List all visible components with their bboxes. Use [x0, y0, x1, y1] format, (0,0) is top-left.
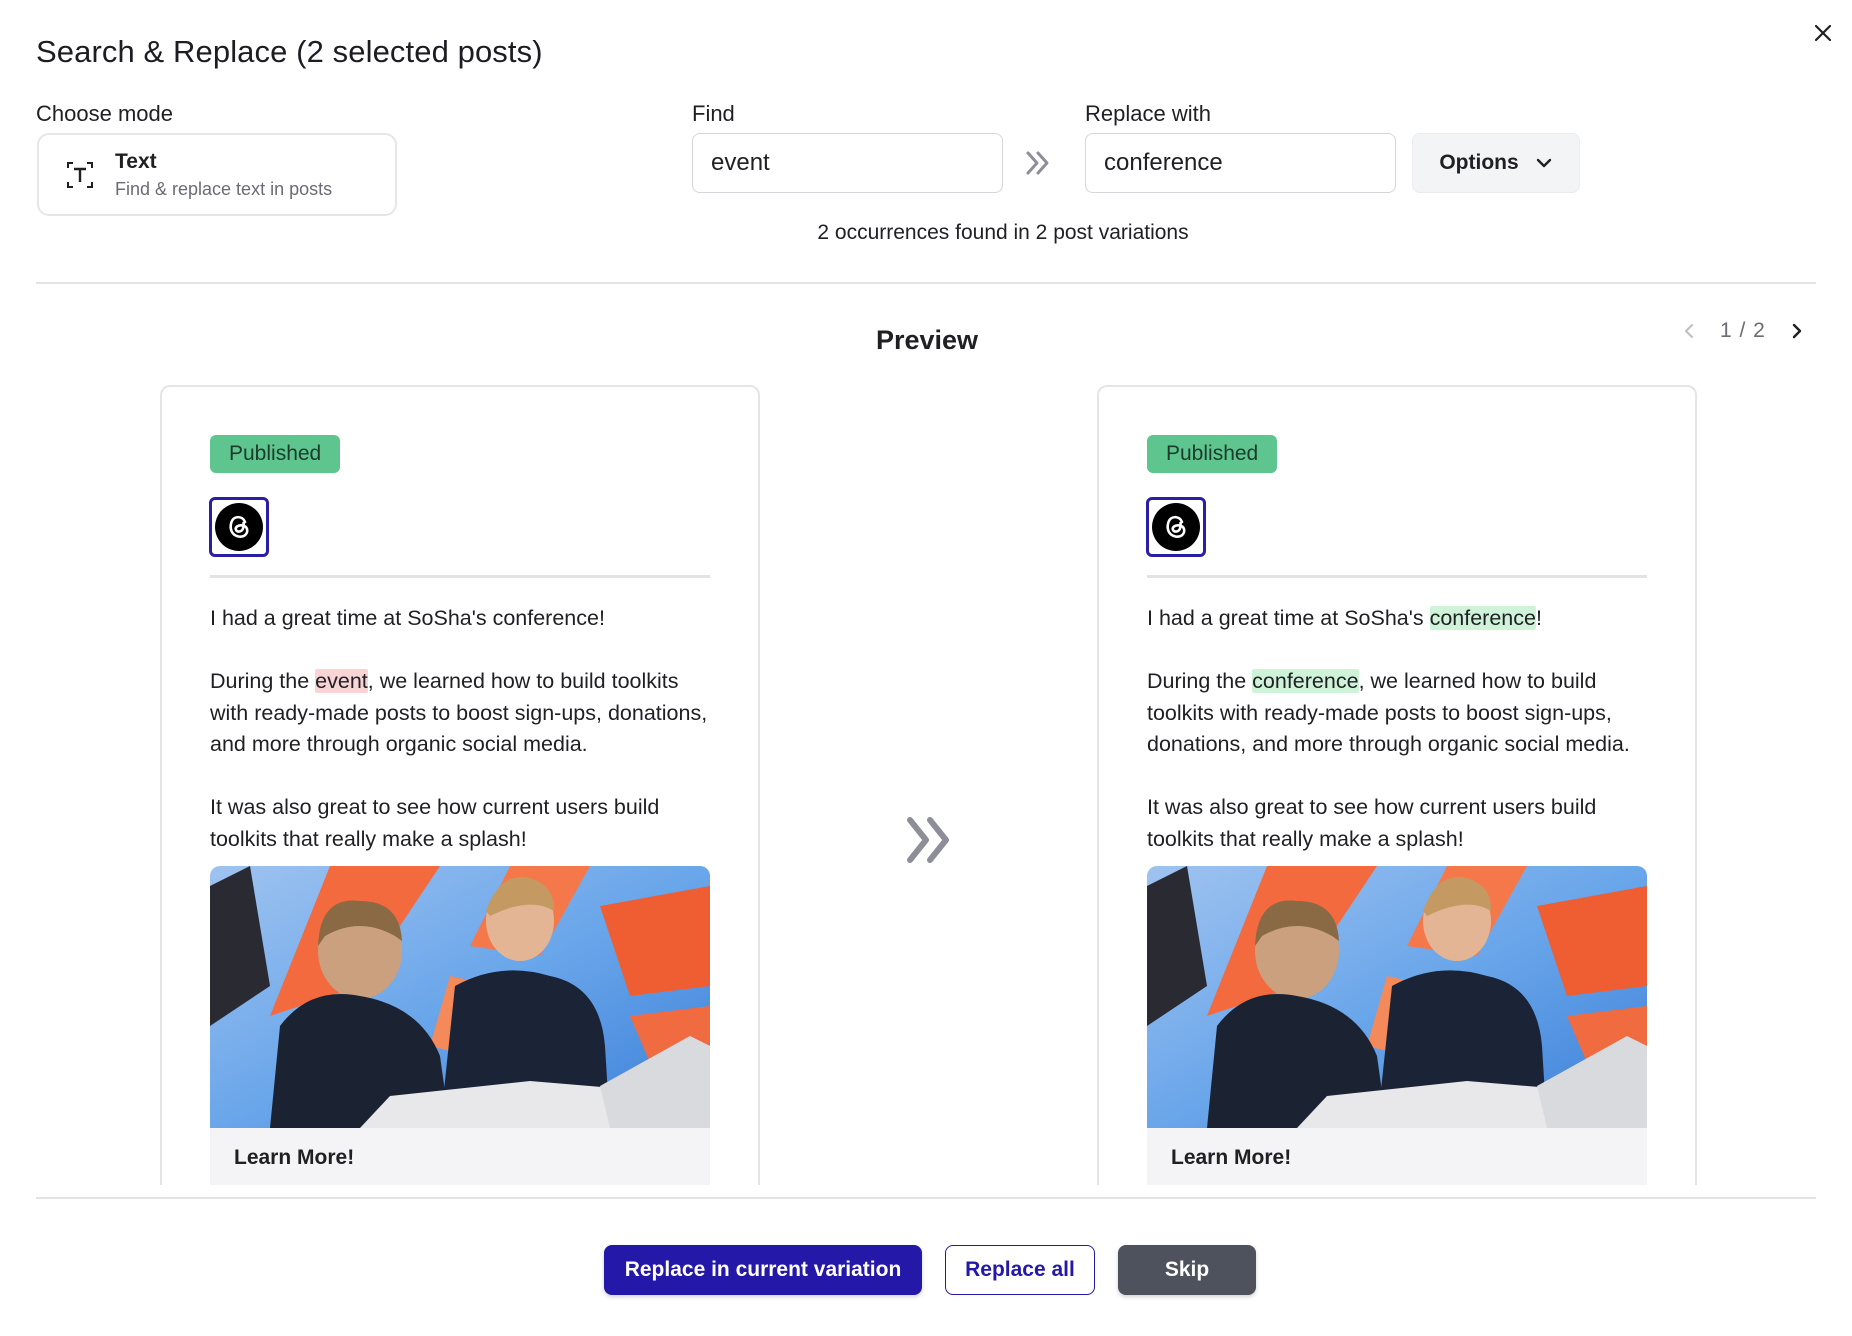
choose-mode-label: Choose mode: [36, 101, 173, 126]
chevron-left-icon: [1684, 323, 1694, 339]
post-text-before: I had a great time at SoSha's conference…: [210, 603, 720, 855]
link-preview-button[interactable]: Learn More!: [210, 1128, 710, 1185]
threads-icon: [1152, 503, 1200, 551]
post-text-after: I had a great time at SoSha's conference…: [1147, 603, 1657, 855]
preview-card-before: Published I had a great time at SoSha's …: [160, 385, 760, 1185]
close-button[interactable]: [1806, 16, 1840, 50]
link-preview-button[interactable]: Learn More!: [1147, 1128, 1647, 1185]
post-paragraph: During the event, we learned how to buil…: [210, 669, 708, 756]
status-badge: Published: [210, 435, 341, 473]
occurrences-text: 2 occurrences found in 2 post variations: [817, 221, 1189, 244]
page-indicator: 1 / 2: [1720, 319, 1766, 342]
threads-icon: [215, 503, 263, 551]
match-highlight-new: conference: [1429, 606, 1536, 630]
post-paragraph: It was also great to see how current use…: [210, 795, 660, 851]
chevron-right-icon: [1792, 323, 1802, 339]
card-divider: [1147, 575, 1647, 578]
mode-description: Find & replace text in posts: [115, 178, 333, 199]
post-image: [1147, 866, 1647, 1128]
post-paragraph: I had a great time at SoSha's conference…: [1147, 606, 1542, 630]
previous-page-button[interactable]: [1676, 318, 1702, 344]
replace-current-button[interactable]: Replace in current variation: [604, 1245, 922, 1295]
double-chevron-right-icon: [1026, 151, 1049, 175]
modal-title: Search & Replace (2 selected posts): [36, 34, 543, 69]
preview-pager: 1 / 2: [1676, 318, 1810, 344]
options-dropdown-button[interactable]: Options: [1412, 133, 1580, 193]
replace-label: Replace with: [1085, 101, 1211, 126]
card-divider: [210, 575, 710, 578]
close-icon: [1814, 24, 1832, 42]
replace-all-button[interactable]: Replace all: [945, 1245, 1095, 1295]
occurrences-summary: 2 occurrences found in 2 post variations: [0, 221, 1852, 245]
skip-button[interactable]: Skip: [1118, 1245, 1256, 1295]
text-mode-icon: [65, 160, 95, 190]
replace-input[interactable]: [1085, 133, 1396, 193]
find-input[interactable]: [692, 133, 1003, 193]
top-divider: [36, 282, 1816, 284]
post-paragraph: During the conference, we learned how to…: [1147, 669, 1630, 756]
network-selector[interactable]: [209, 497, 269, 557]
mode-selector-text[interactable]: Text Find & replace text in posts: [37, 133, 397, 216]
match-highlight-old: event: [315, 669, 368, 693]
next-page-button[interactable]: [1784, 318, 1810, 344]
status-badge: Published: [1147, 435, 1278, 473]
find-label: Find: [692, 101, 735, 126]
chevron-down-icon: [1536, 158, 1551, 168]
double-chevron-right-icon: [907, 817, 949, 863]
preview-card-after: Published I had a great time at SoSha's …: [1097, 385, 1697, 1185]
network-selector[interactable]: [1146, 497, 1206, 557]
post-paragraph: It was also great to see how current use…: [1147, 795, 1597, 851]
bottom-divider: [36, 1197, 1816, 1199]
preview-title: Preview: [875, 325, 979, 355]
post-paragraph: I had a great time at SoSha's conference…: [210, 606, 605, 630]
options-label: Options: [1439, 151, 1519, 174]
mode-title: Text: [115, 149, 157, 173]
post-image: [210, 866, 710, 1128]
match-highlight-new: conference: [1252, 669, 1359, 693]
